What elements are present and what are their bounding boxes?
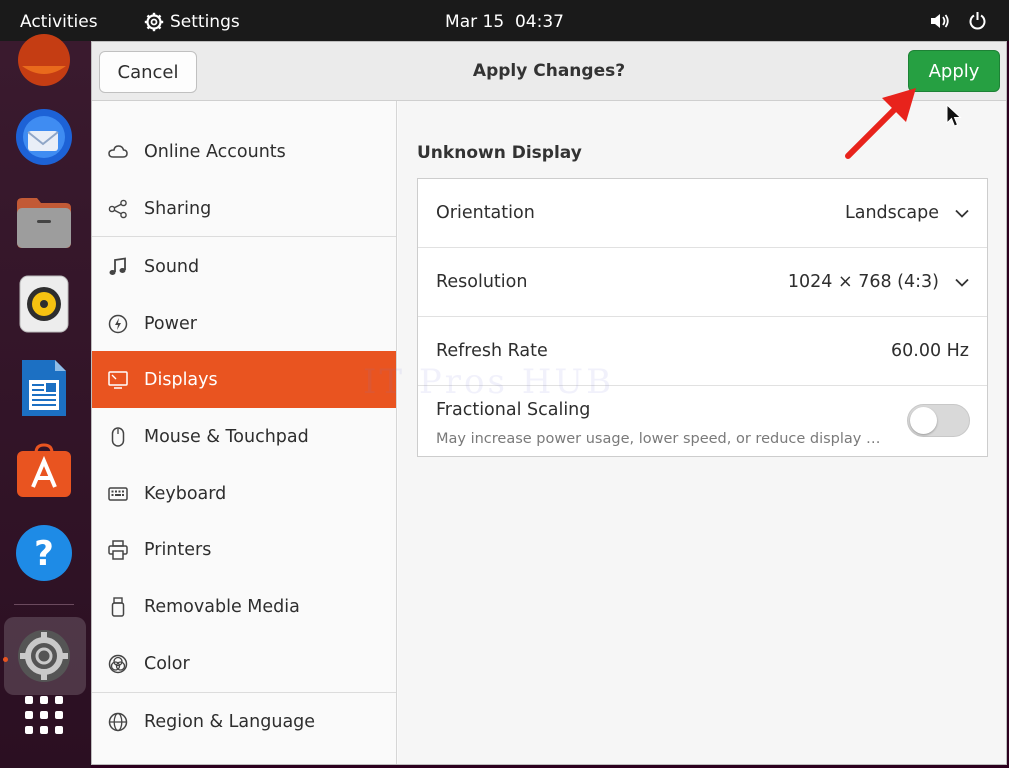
sidebar-item-label: Removable Media: [144, 596, 300, 617]
header-bar: Cancel Apply Changes? Apply: [92, 42, 1006, 101]
display-settings-list: Orientation Landscape Resolution 1024 × …: [417, 178, 988, 457]
dock-running-indicator: [3, 657, 8, 662]
display-icon: [108, 371, 128, 389]
globe-icon: [108, 712, 128, 732]
share-icon: [108, 199, 127, 219]
sidebar-item-sound[interactable]: Sound: [92, 238, 396, 295]
fractional-scaling-row[interactable]: Fractional Scaling May increase power us…: [418, 386, 987, 455]
color-icon: [108, 654, 128, 674]
rhythmbox-icon: [19, 275, 69, 333]
printer-icon: [108, 540, 128, 560]
dock-rhythmbox[interactable]: [13, 273, 75, 335]
orientation-row[interactable]: Orientation Landscape: [418, 179, 987, 248]
cloud-icon: [108, 145, 128, 158]
dock-show-apps[interactable]: [13, 684, 75, 746]
resolution-row[interactable]: Resolution 1024 × 768 (4:3): [418, 248, 987, 317]
sidebar-item-privacy-partial[interactable]: [92, 101, 396, 115]
dock-thunderbird[interactable]: [13, 106, 75, 168]
sidebar-item-displays[interactable]: Displays: [92, 351, 396, 408]
orientation-value: Landscape: [844, 203, 939, 223]
resolution-label: Resolution: [436, 272, 528, 292]
clock-date: Mar 15: [445, 12, 505, 32]
sidebar-item-label: Displays: [144, 369, 218, 390]
sidebar-item-label: Mouse & Touchpad: [144, 426, 309, 447]
dock-separator: [14, 604, 74, 605]
resolution-value: 1024 × 768 (4:3): [787, 272, 939, 292]
mouse-icon: [111, 427, 125, 447]
app-name: Settings: [170, 12, 240, 32]
refresh-rate-label: Refresh Rate: [436, 341, 548, 361]
dock-files[interactable]: [13, 191, 75, 253]
cancel-button[interactable]: Cancel: [99, 51, 197, 93]
sidebar-item-removable-media[interactable]: Removable Media: [92, 578, 396, 635]
gear-icon: [144, 12, 164, 32]
clock-time: 04:37: [514, 12, 564, 32]
system-tray[interactable]: [930, 11, 987, 30]
app-center-icon: [17, 443, 71, 497]
app-menu[interactable]: Settings: [144, 12, 240, 32]
sidebar-item-label: Color: [144, 653, 190, 674]
dock: ?: [0, 34, 91, 768]
fractional-scaling-description: May increase power usage, lower speed, o…: [436, 431, 886, 447]
refresh-rate-value: 60.00 Hz: [890, 341, 969, 361]
dock-help[interactable]: ?: [13, 522, 75, 584]
dock-firefox[interactable]: [13, 29, 75, 91]
sidebar-item-online-accounts[interactable]: Online Accounts: [92, 123, 396, 180]
thunderbird-icon: [16, 109, 72, 165]
files-icon: [17, 198, 71, 248]
chevron-down-icon: [955, 209, 969, 218]
sidebar-item-label: Keyboard: [144, 483, 227, 504]
display-settings-panel: Unknown Display Orientation Landscape Re…: [398, 101, 1006, 764]
svg-text:?: ?: [34, 534, 54, 574]
resolution-dropdown[interactable]: 1024 × 768 (4:3): [788, 272, 969, 292]
sidebar-item-region-language[interactable]: Region & Language: [92, 693, 396, 750]
settings-window: Cancel Apply Changes? Apply Online Accou…: [91, 41, 1007, 765]
switch-knob: [910, 407, 937, 434]
fractional-scaling-switch[interactable]: [907, 404, 970, 437]
dock-app-center[interactable]: [13, 439, 75, 501]
orientation-label: Orientation: [436, 203, 535, 223]
firefox-icon: [18, 34, 70, 86]
sidebar-item-mouse-touchpad[interactable]: Mouse & Touchpad: [92, 408, 396, 465]
sidebar-item-label: Power: [144, 313, 197, 334]
help-icon: ?: [16, 525, 72, 581]
sidebar-item-label: Printers: [144, 539, 212, 560]
sidebar-item-keyboard[interactable]: Keyboard: [92, 465, 396, 522]
music-note-icon: [109, 257, 126, 275]
settings-icon: [18, 630, 70, 682]
dock-writer[interactable]: [13, 357, 75, 419]
keyboard-icon: [108, 487, 128, 501]
sidebar-item-label: Online Accounts: [144, 141, 286, 162]
display-name-heading: Unknown Display: [417, 143, 582, 163]
power-icon: [108, 314, 128, 334]
dialog-title: Apply Changes?: [472, 61, 626, 81]
chevron-down-icon: [955, 278, 969, 287]
show-apps-icon: [25, 696, 63, 734]
sidebar-item-sharing[interactable]: Sharing: [92, 180, 396, 237]
top-bar: Activities Settings Mar 15 04:37: [0, 0, 1009, 41]
clock-button[interactable]: Mar 15 04:37: [445, 12, 564, 32]
dock-settings[interactable]: [13, 625, 75, 687]
sidebar-item-label: Region & Language: [144, 711, 316, 732]
usb-drive-icon: [111, 597, 125, 617]
sidebar-item-printers[interactable]: Printers: [92, 521, 396, 578]
power-icon: [969, 12, 986, 30]
sidebar-item-label: Sound: [144, 256, 200, 277]
sidebar-item-color[interactable]: Color: [92, 635, 396, 692]
sidebar: Online Accounts Sharing Sound Power Disp…: [92, 101, 397, 764]
refresh-rate-row: Refresh Rate 60.00 Hz: [418, 317, 987, 386]
fractional-scaling-label: Fractional Scaling: [436, 400, 591, 420]
sidebar-item-power[interactable]: Power: [92, 295, 396, 352]
sidebar-item-label: Sharing: [144, 198, 212, 219]
apply-button[interactable]: Apply: [908, 50, 1000, 92]
volume-icon: [931, 13, 949, 28]
orientation-dropdown[interactable]: Landscape: [845, 203, 969, 223]
libreoffice-writer-icon: [22, 360, 66, 416]
